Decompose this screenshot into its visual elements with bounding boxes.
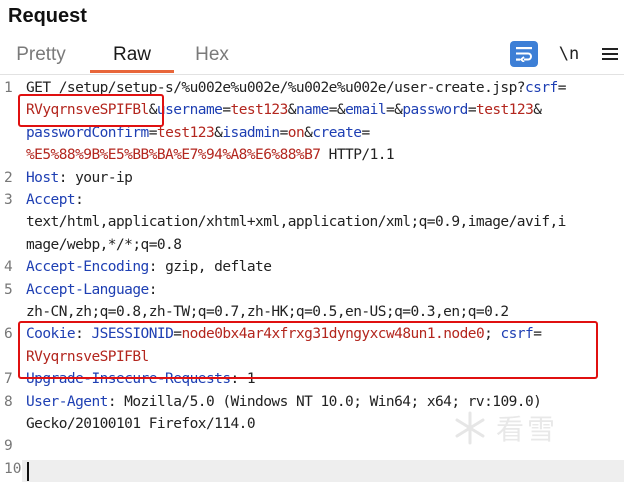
plain-text: & — [287, 102, 297, 119]
param-value: test123 — [230, 102, 289, 119]
wrap-lines-icon — [516, 47, 532, 62]
watermark: 看雪 — [452, 408, 558, 448]
current-line-highlight — [22, 460, 624, 482]
tab-raw[interactable]: Raw — [90, 44, 174, 73]
newline-label: \n — [558, 44, 580, 64]
plain-text: = — [467, 102, 477, 119]
line-number: 8 — [4, 393, 13, 410]
tab-pretty-label: Pretty — [16, 44, 66, 65]
param-value: test123 — [156, 124, 215, 141]
param-key: passwordConfirm — [26, 124, 149, 141]
code-line: Host: your-ip — [26, 169, 133, 186]
plain-text: =& — [328, 102, 346, 119]
plain-text: zh-CN,zh;q=0.8,zh-TW;q=0.7,zh-HK;q=0.5,e… — [26, 304, 509, 320]
param-key: password — [402, 102, 468, 119]
show-newlines-button[interactable]: \n — [558, 41, 580, 67]
code-line: mage/webp,*/*;q=0.8 — [26, 236, 182, 253]
plain-text: text/html,application/xhtml+xml,applicat… — [26, 214, 566, 231]
code-line: passwordConfirm=test123&isadmin=on&creat… — [26, 125, 370, 141]
param-key: csrf — [524, 80, 558, 96]
text-caret — [27, 462, 29, 481]
plain-text: =& — [386, 102, 403, 119]
code-line: Accept-Encoding: gzip, deflate — [26, 259, 272, 276]
highlight-box-url-csrf — [18, 94, 164, 127]
panel-title: Request — [8, 5, 87, 27]
param-key: Host — [26, 169, 59, 186]
line-number: 4 — [4, 259, 13, 276]
param-key: name — [295, 102, 329, 119]
param-value: test123 — [476, 102, 534, 119]
tab-pretty[interactable]: Pretty — [8, 44, 74, 73]
plain-text: mage/webp,*/*;q=0.8 — [26, 236, 182, 253]
param-key: User-Agent — [26, 393, 108, 410]
plain-text: = — [361, 124, 370, 141]
line-number: 10 — [4, 460, 22, 477]
hamburger-menu-icon — [602, 48, 618, 60]
line-number: 1 — [4, 80, 13, 96]
code-line: %E5%88%9B%E5%BB%BA%E7%94%A8%E6%88%B7 HTT… — [26, 147, 395, 164]
param-key: isadmin — [222, 124, 280, 141]
plain-text: = — [222, 102, 231, 119]
code-line: Accept-Language: — [26, 282, 157, 298]
active-tab-indicator — [90, 70, 174, 73]
tab-hex[interactable]: Hex — [190, 44, 234, 73]
options-menu-button[interactable] — [600, 41, 620, 67]
plain-text: = — [557, 80, 567, 96]
line-number: 7 — [4, 371, 13, 388]
plain-text: Gecko/20100101 Firefox/114.0 — [26, 416, 256, 432]
line-number: 9 — [4, 438, 13, 455]
plain-text: : — [148, 281, 158, 298]
line-number: 6 — [4, 326, 13, 343]
param-key: Accept — [26, 192, 76, 208]
plain-text: = — [148, 124, 158, 141]
param-key: email — [345, 102, 386, 119]
plain-text: : your-ip — [58, 169, 133, 186]
tab-raw-label: Raw — [112, 44, 151, 65]
pretty-print-button[interactable] — [510, 41, 538, 67]
highlight-box-cookie — [18, 321, 598, 379]
tab-hex-label: Hex — [195, 44, 229, 65]
param-key: Accept-Language — [26, 281, 149, 298]
code-line: Accept: — [26, 192, 84, 208]
param-key: create — [312, 124, 362, 141]
param-value: on — [287, 124, 305, 141]
line-number: 3 — [4, 192, 13, 208]
snowflake-logo-icon — [455, 411, 485, 445]
plain-text: : — [75, 192, 84, 208]
plain-text: : gzip, deflate — [148, 259, 272, 276]
code-line: text/html,application/xhtml+xml,applicat… — [26, 214, 566, 230]
line-number: 2 — [4, 169, 13, 186]
line-number: 5 — [4, 281, 13, 298]
param-value: %E5%88%9B%E5%BB%BA%E7%94%A8%E6%88%B7 — [26, 147, 321, 164]
param-key: Accept-Encoding — [26, 259, 149, 276]
param-key: username — [156, 102, 223, 119]
plain-text: = — [279, 124, 289, 141]
code-line: zh-CN,zh;q=0.8,zh-TW;q=0.7,zh-HK;q=0.5,e… — [26, 304, 509, 320]
watermark-text: 看雪 — [496, 413, 559, 446]
code-line: Gecko/20100101 Firefox/114.0 — [26, 416, 256, 432]
plain-text: HTTP/1.1 — [320, 147, 395, 164]
plain-text: & — [533, 102, 542, 119]
